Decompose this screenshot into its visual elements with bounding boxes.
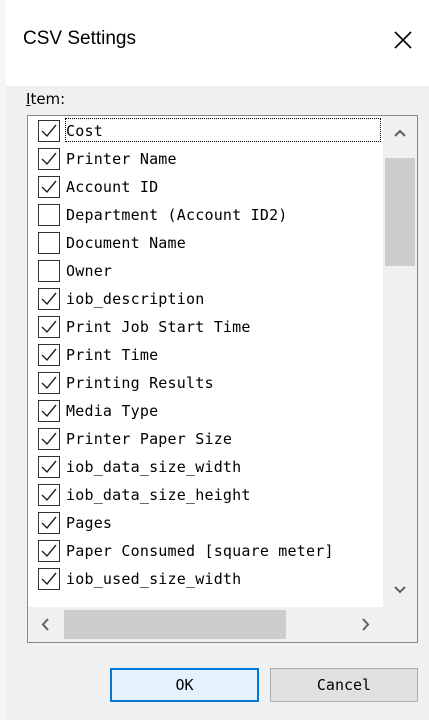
checklist-item-label: Pages	[66, 514, 113, 532]
checkmark-icon	[41, 180, 57, 194]
checkbox[interactable]	[38, 120, 60, 142]
scroll-left-button[interactable]	[28, 607, 62, 642]
checklist-item[interactable]: Account ID	[28, 173, 383, 201]
checklist-item[interactable]: iob_data_size_width	[28, 453, 383, 481]
checklist-item-label: Media Type	[66, 402, 159, 420]
checkbox[interactable]	[38, 484, 60, 506]
checklist-item-label: Document Name	[66, 234, 186, 252]
scroll-up-button[interactable]	[383, 116, 417, 150]
checklist-item[interactable]: Printer Name	[28, 145, 383, 173]
close-icon	[394, 31, 412, 49]
checkbox[interactable]	[38, 428, 60, 450]
checklist-item-label: Print Time	[66, 346, 159, 364]
focus-rectangle	[65, 118, 381, 142]
checkmark-icon	[41, 460, 57, 474]
checklist-item[interactable]: Document Name	[28, 229, 383, 257]
checkmark-icon	[41, 348, 57, 362]
close-button[interactable]	[384, 21, 422, 59]
checkmark-icon	[41, 292, 57, 306]
checkmark-icon	[41, 404, 57, 418]
checkbox[interactable]	[38, 288, 60, 310]
checklist-item-label: Printer Name	[66, 150, 177, 168]
csv-settings-dialog: CSV Settings Item: Cost Printer Name Accou…	[6, 0, 429, 720]
chevron-right-icon	[362, 618, 370, 631]
horizontal-scroll-thumb[interactable]	[64, 610, 286, 639]
ok-button[interactable]: OK	[110, 668, 259, 702]
checkmark-icon	[41, 572, 57, 586]
checkbox[interactable]	[38, 232, 60, 254]
checkbox[interactable]	[38, 176, 60, 198]
checklist-item[interactable]: Media Type	[28, 397, 383, 425]
checkbox[interactable]	[38, 148, 60, 170]
checkmark-icon	[41, 488, 57, 502]
chevron-up-icon	[394, 129, 406, 137]
checklist-item[interactable]: Department (Account ID2)	[28, 201, 383, 229]
checklist-item-label: iob_used_size_width	[66, 570, 242, 588]
checkbox[interactable]	[38, 260, 60, 282]
horizontal-scrollbar[interactable]	[28, 607, 383, 642]
item-checklist[interactable]: Cost Printer Name Account ID Department (Ac…	[27, 115, 418, 643]
vertical-scrollbar[interactable]	[383, 116, 417, 607]
checklist-item[interactable]: Printer Paper Size	[28, 425, 383, 453]
checklist-items: Cost Printer Name Account ID Department (Ac…	[28, 116, 383, 607]
checklist-item[interactable]: Printing Results	[28, 369, 383, 397]
checklist-item-label: iob_description	[66, 290, 205, 308]
scroll-right-button[interactable]	[349, 607, 383, 642]
item-label-text: tem:	[30, 90, 66, 108]
checkmark-icon	[41, 124, 57, 138]
checkbox[interactable]	[38, 540, 60, 562]
scrollbar-corner	[383, 607, 417, 642]
checklist-item[interactable]: Cost	[28, 117, 383, 145]
checkbox[interactable]	[38, 204, 60, 226]
checkmark-icon	[41, 544, 57, 558]
checklist-item[interactable]: Print Time	[28, 341, 383, 369]
checklist-item-label: Printer Paper Size	[66, 430, 233, 448]
checklist-item[interactable]: iob_used_size_width	[28, 565, 383, 593]
checkbox[interactable]	[38, 372, 60, 394]
checklist-item-label: Department (Account ID2)	[66, 206, 288, 224]
item-list-label: Item:	[26, 90, 65, 108]
checkbox[interactable]	[38, 316, 60, 338]
cancel-button[interactable]: Cancel	[270, 668, 418, 702]
checklist-item[interactable]: Pages	[28, 509, 383, 537]
checklist-item-label: iob_data_size_width	[66, 458, 242, 476]
checklist-item-label: Owner	[66, 262, 113, 280]
checklist-item[interactable]: iob_description	[28, 285, 383, 313]
title-bar: CSV Settings	[6, 0, 429, 86]
checkmark-icon	[41, 376, 57, 390]
checkmark-icon	[41, 320, 57, 334]
checklist-item[interactable]: Owner	[28, 257, 383, 285]
checklist-item-label: Account ID	[66, 178, 159, 196]
vertical-scroll-thumb[interactable]	[385, 158, 415, 266]
checklist-item[interactable]: Paper Consumed [square meter]	[28, 537, 383, 565]
dialog-title: CSV Settings	[23, 28, 136, 49]
scroll-down-button[interactable]	[383, 573, 417, 607]
checkbox[interactable]	[38, 400, 60, 422]
checkmark-icon	[41, 152, 57, 166]
checkbox[interactable]	[38, 456, 60, 478]
chevron-left-icon	[41, 618, 49, 631]
checkbox[interactable]	[38, 344, 60, 366]
checklist-item-label: Paper Consumed [square meter]	[66, 542, 334, 560]
checkmark-icon	[41, 516, 57, 530]
checkmark-icon	[41, 432, 57, 446]
checklist-item[interactable]: iob_data_size_height	[28, 481, 383, 509]
checklist-item-label: Printing Results	[66, 374, 214, 392]
checklist-item[interactable]: Print Job Start Time	[28, 313, 383, 341]
chevron-down-icon	[394, 586, 406, 594]
checkbox[interactable]	[38, 512, 60, 534]
checklist-item-label: Print Job Start Time	[66, 318, 251, 336]
checklist-item-label: iob_data_size_height	[66, 486, 251, 504]
checkbox[interactable]	[38, 568, 60, 590]
